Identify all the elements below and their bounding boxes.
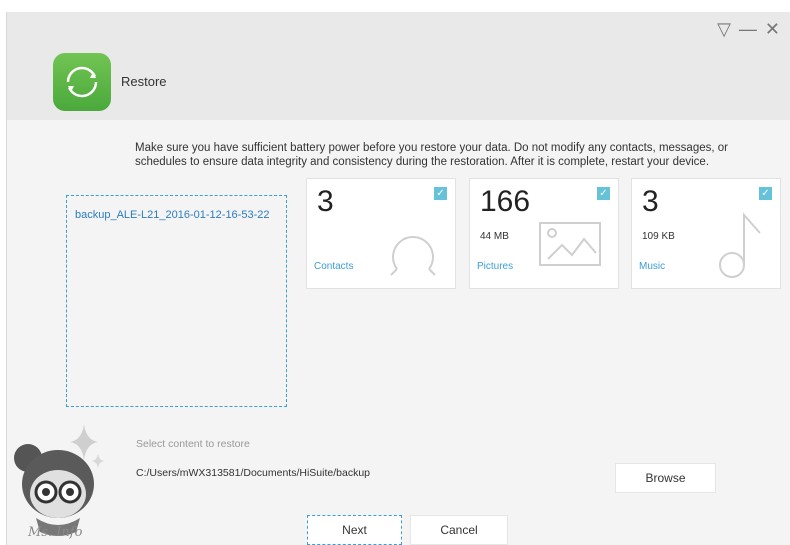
picture-icon	[539, 222, 601, 266]
music-count: 3	[642, 185, 659, 218]
pictures-card[interactable]: 166 ✓ 44 MB Pictures	[469, 178, 619, 289]
restore-icon	[53, 53, 111, 111]
music-checkbox[interactable]: ✓	[759, 187, 772, 200]
backup-list-item[interactable]: backup_ALE-L21_2016-01-12-16-53-22	[75, 209, 269, 221]
contacts-label: Contacts	[314, 261, 354, 272]
pictures-label: Pictures	[477, 261, 514, 272]
window-controls: ▽ — ✕	[717, 20, 780, 38]
pictures-checkbox[interactable]: ✓	[597, 187, 610, 200]
watermark-text: Ms. Info	[28, 525, 83, 540]
header-bar: ▽ — ✕ Restore	[7, 12, 790, 120]
minimize-tray-icon[interactable]: ▽	[717, 20, 731, 38]
page-title: Restore	[121, 74, 167, 89]
music-note-icon	[719, 212, 761, 278]
backup-list: backup_ALE-L21_2016-01-12-16-53-22	[66, 195, 287, 407]
contact-icon	[390, 236, 436, 276]
select-content-label: Select content to restore	[136, 438, 250, 450]
music-label: Music	[639, 261, 666, 272]
contacts-card[interactable]: 3 ✓ Contacts	[306, 178, 456, 289]
pictures-count: 166	[480, 185, 531, 218]
backup-path: C:/Users/mWX313581/Documents/HiSuite/bac…	[136, 467, 371, 479]
contacts-checkbox[interactable]: ✓	[434, 187, 447, 200]
cancel-button[interactable]: Cancel	[410, 515, 508, 545]
battery-notice: Make sure you have sufficient battery po…	[135, 142, 728, 168]
music-card[interactable]: 3 ✓ 109 KB Music	[631, 178, 781, 289]
browse-button[interactable]: Browse	[615, 463, 716, 493]
close-icon[interactable]: ✕	[765, 20, 780, 38]
contacts-count: 3	[317, 185, 334, 218]
music-size: 109 KB	[642, 231, 675, 242]
next-button[interactable]: Next	[307, 515, 402, 545]
minimize-icon[interactable]: —	[739, 20, 757, 38]
pictures-size: 44 MB	[480, 231, 509, 242]
restore-window: ▽ — ✕ Restore Make sure you have suffici…	[6, 12, 790, 545]
